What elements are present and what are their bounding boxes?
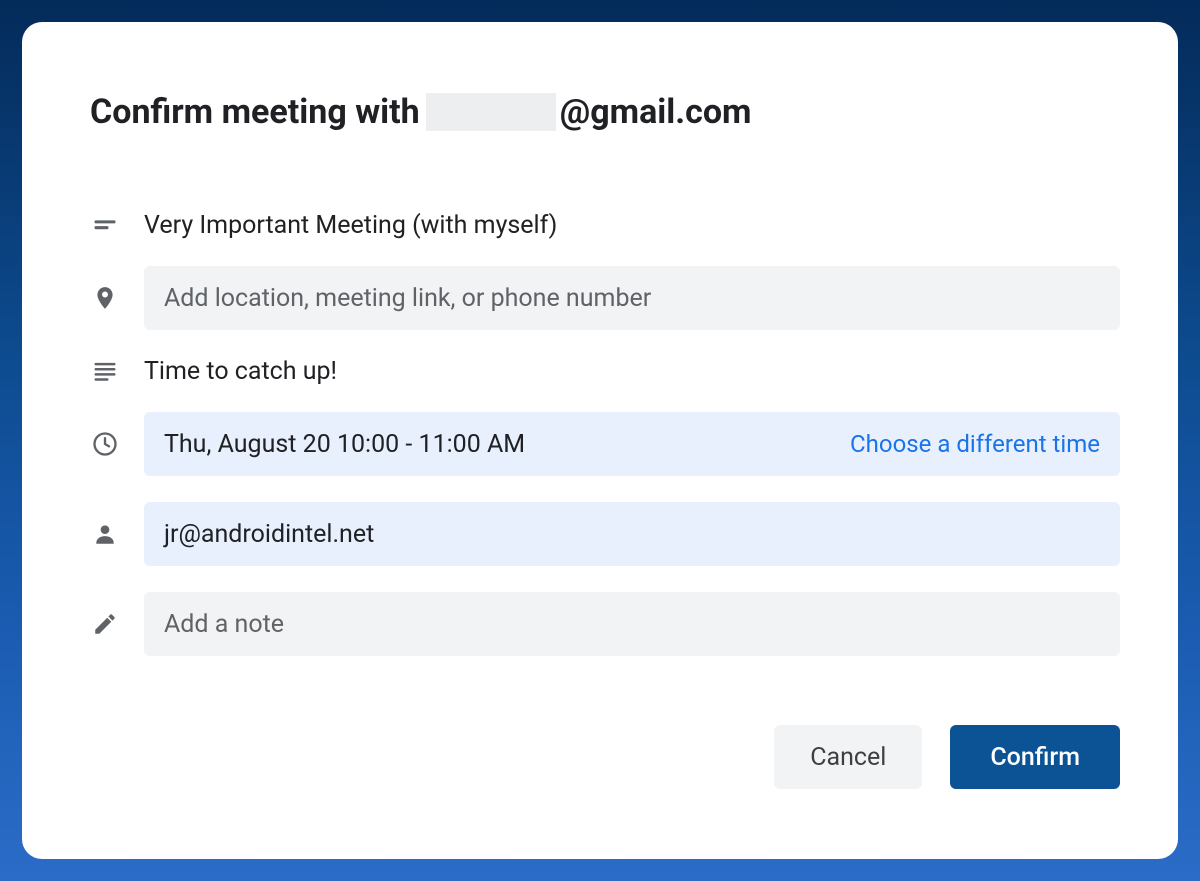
title-prefix: Confirm meeting with [90, 92, 420, 132]
description-row: Time to catch up! [90, 356, 1120, 386]
choose-different-time-link[interactable]: Choose a different time [850, 430, 1100, 458]
note-input[interactable] [164, 610, 1100, 639]
title-redacted-email-local [426, 93, 556, 131]
person-icon [90, 519, 120, 549]
meeting-confirm-dialog: Confirm meeting with @gmail.com Very Imp… [22, 22, 1178, 859]
subject-row: Very Important Meeting (with myself) [90, 210, 1120, 240]
location-pin-icon [90, 283, 120, 313]
time-field[interactable]: Thu, August 20 10:00 - 11:00 AM Choose a… [144, 412, 1120, 476]
pencil-icon [90, 609, 120, 639]
dialog-actions: Cancel Confirm [774, 725, 1120, 789]
location-row [90, 266, 1120, 330]
attendee-row: jr@androidintel.net [90, 502, 1120, 566]
description-text: Time to catch up! [144, 357, 337, 386]
attendee-value: jr@androidintel.net [164, 520, 374, 549]
note-row [90, 592, 1120, 656]
time-value: Thu, August 20 10:00 - 11:00 AM [164, 430, 525, 459]
subject-icon [90, 210, 120, 240]
form-rows: Very Important Meeting (with myself) [90, 210, 1120, 656]
confirm-button[interactable]: Confirm [950, 725, 1120, 789]
location-field[interactable] [144, 266, 1120, 330]
clock-icon [90, 429, 120, 459]
time-row: Thu, August 20 10:00 - 11:00 AM Choose a… [90, 412, 1120, 476]
cancel-button[interactable]: Cancel [774, 725, 922, 789]
title-suffix: @gmail.com [560, 92, 752, 132]
notes-icon [90, 356, 120, 386]
location-input[interactable] [164, 284, 1100, 313]
attendee-field[interactable]: jr@androidintel.net [144, 502, 1120, 566]
dialog-title: Confirm meeting with @gmail.com [90, 92, 1120, 132]
subject-text: Very Important Meeting (with myself) [144, 211, 557, 240]
note-field[interactable] [144, 592, 1120, 656]
